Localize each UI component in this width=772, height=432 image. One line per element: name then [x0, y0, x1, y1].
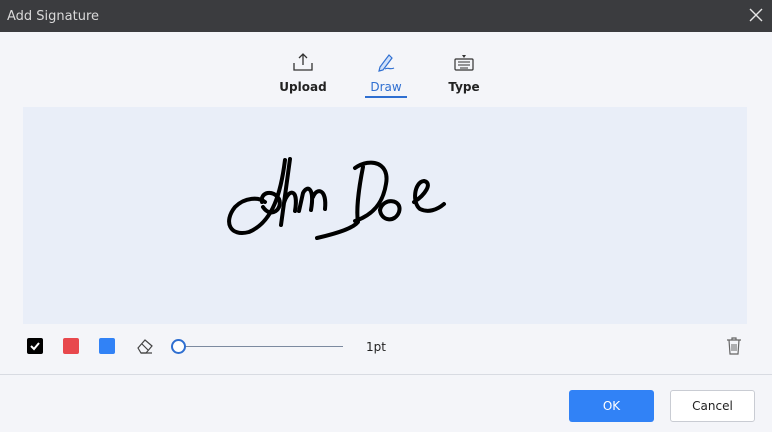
upload-icon — [293, 53, 313, 71]
trash-icon[interactable] — [725, 336, 743, 356]
signature-mode-tabs: Upload Draw Type — [0, 48, 772, 104]
color-swatch-blue[interactable] — [99, 338, 115, 354]
ok-button[interactable]: OK — [569, 390, 654, 422]
eraser-icon[interactable] — [136, 337, 154, 355]
tab-upload-label: Upload — [279, 80, 327, 94]
tab-type-label: Type — [448, 80, 480, 94]
close-icon[interactable] — [748, 7, 764, 23]
stroke-size-label: 1pt — [366, 340, 386, 354]
cancel-button[interactable]: Cancel — [670, 390, 755, 422]
signature-drawing-canvas[interactable] — [23, 107, 747, 324]
tab-draw-label: Draw — [370, 80, 402, 94]
tab-draw[interactable]: Draw — [356, 48, 416, 100]
stroke-size-slider-knob[interactable] — [171, 339, 186, 354]
checkmark-icon — [30, 342, 40, 351]
pen-icon — [378, 54, 395, 72]
tab-upload[interactable]: Upload — [273, 48, 333, 100]
title-bar: Add Signature — [0, 0, 772, 32]
keyboard-icon — [454, 55, 474, 71]
footer-divider — [0, 374, 772, 375]
signature-ink — [227, 157, 446, 240]
color-swatch-black[interactable] — [27, 338, 43, 354]
tab-type[interactable]: Type — [434, 48, 494, 100]
window-title: Add Signature — [7, 9, 100, 24]
drawing-toolbar: 1pt — [0, 334, 772, 360]
color-swatch-red[interactable] — [63, 338, 79, 354]
stroke-size-slider-track[interactable] — [178, 346, 343, 347]
active-tab-indicator — [365, 96, 407, 98]
